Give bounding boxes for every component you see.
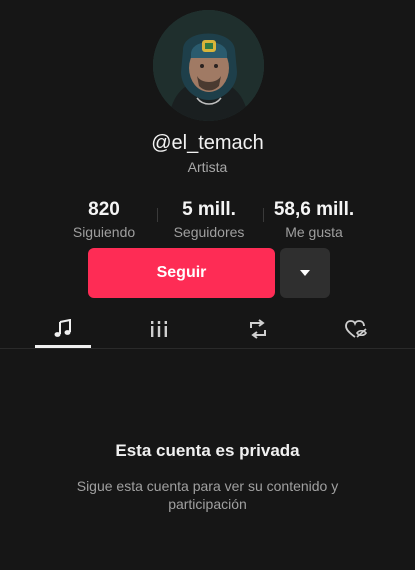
avatar[interactable] xyxy=(153,10,264,121)
private-account-title: Esta cuenta es privada xyxy=(115,441,300,460)
stat-divider xyxy=(263,208,264,222)
tab-music[interactable] xyxy=(35,312,91,346)
stat-likes: 58,6 mill. Me gusta xyxy=(266,199,362,241)
caret-down-icon xyxy=(300,270,310,276)
stat-likes-value: 58,6 mill. xyxy=(273,199,355,220)
grid-bars-icon xyxy=(150,321,168,337)
username: @el_temach xyxy=(151,132,264,154)
profile-tabs xyxy=(0,312,415,348)
tabs-divider xyxy=(0,348,415,349)
avatar-image xyxy=(153,10,264,121)
liked-hidden-icon xyxy=(345,320,367,338)
music-note-icon xyxy=(54,319,71,337)
stat-followers[interactable]: 5 mill. Seguidores xyxy=(168,199,250,241)
follow-button[interactable]: Seguir xyxy=(88,248,275,298)
profile-page: @el_temach Artista 820 Siguiendo 5 mill.… xyxy=(0,0,415,570)
suggested-accounts-button[interactable] xyxy=(280,248,330,298)
tab-liked[interactable] xyxy=(328,312,384,346)
tab-videos[interactable] xyxy=(131,312,187,346)
stats-row: 820 Siguiendo 5 mill. Seguidores 58,6 mi… xyxy=(0,199,415,243)
stat-divider xyxy=(157,208,158,222)
stat-followers-value: 5 mill. xyxy=(182,199,236,220)
repost-icon xyxy=(250,319,266,339)
private-account-description: Sigue esta cuenta para ver su contenido … xyxy=(76,478,339,512)
stat-likes-label: Me gusta xyxy=(285,224,343,240)
stat-following[interactable]: 820 Siguiendo xyxy=(64,199,144,241)
stat-following-label: Siguiendo xyxy=(72,224,136,240)
profile-category: Artista xyxy=(187,159,228,175)
stat-followers-label: Seguidores xyxy=(173,224,245,240)
tab-reposts[interactable] xyxy=(230,312,286,346)
stat-following-value: 820 xyxy=(88,199,120,220)
